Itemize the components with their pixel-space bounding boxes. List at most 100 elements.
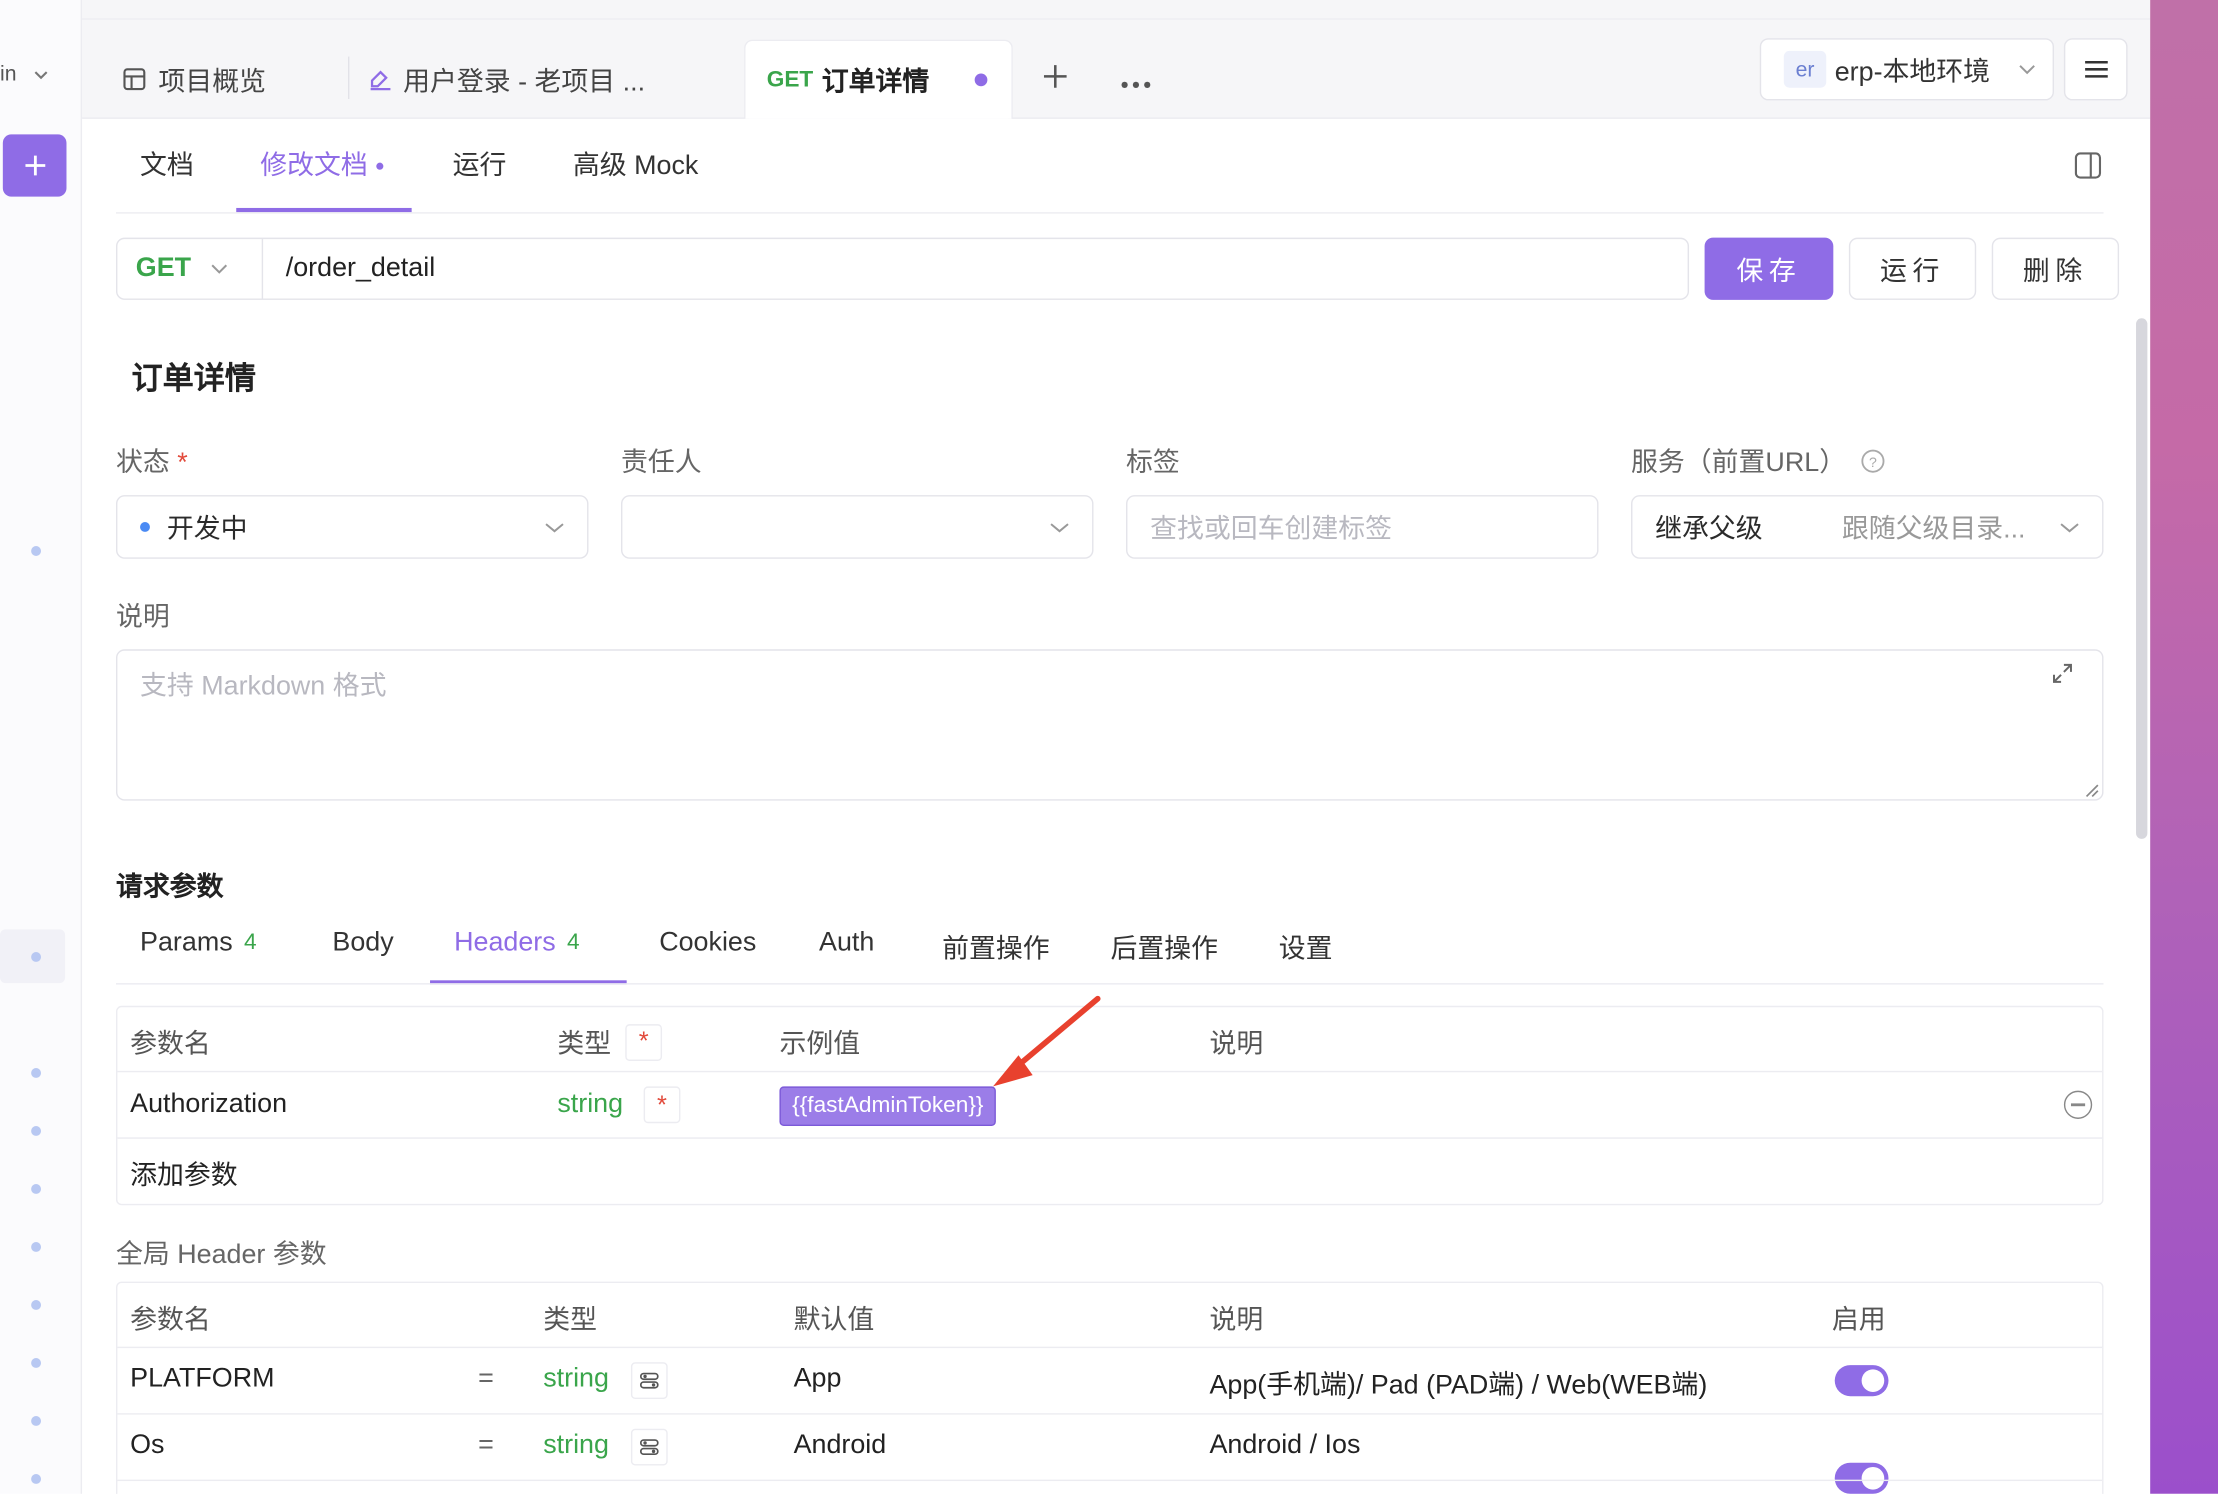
owner-select[interactable] xyxy=(621,495,1094,559)
plus-icon xyxy=(1043,65,1067,88)
example-value-variable[interactable]: {{fastAdminToken}} xyxy=(779,1086,997,1127)
global-param-type: string xyxy=(543,1430,609,1460)
more-icon xyxy=(1121,81,1151,88)
scrollbar[interactable] xyxy=(2136,318,2148,839)
tags-input[interactable]: 查找或回车创建标签 xyxy=(1126,495,1599,559)
add-button[interactable] xyxy=(2,134,67,197)
tab-label: 用户登录 - 老项目 ... xyxy=(403,67,646,97)
method-label: GET xyxy=(135,253,192,283)
enable-toggle[interactable] xyxy=(1834,1462,1889,1494)
left-rail xyxy=(0,0,83,1494)
tab-settings[interactable]: 设置 xyxy=(1279,928,1333,966)
col-header-name: 参数名 xyxy=(130,1305,211,1336)
more-tabs-button[interactable] xyxy=(1120,71,1151,96)
description-label: 说明 xyxy=(115,602,170,633)
global-param-desc: App(手机端)/ Pad (PAD端) / Web(WEB端) xyxy=(1209,1370,1708,1401)
subtab-mock[interactable]: 高级 Mock xyxy=(573,144,698,182)
api-icon xyxy=(370,70,391,91)
tab-cookies[interactable]: Cookies xyxy=(659,928,756,959)
tab-order-detail[interactable]: GET 订单详情 xyxy=(744,39,1013,119)
tree-item-dot[interactable] xyxy=(31,1068,42,1078)
run-button[interactable]: 运行 xyxy=(1848,237,1977,300)
status-label: 状态 * xyxy=(115,448,188,479)
tab-label: Body xyxy=(332,927,394,958)
param-name-input[interactable]: Authorization xyxy=(130,1089,287,1120)
subtab-edit-doc[interactable]: 修改文档 xyxy=(260,144,384,182)
desktop-background xyxy=(2150,0,2218,1494)
description-placeholder: 支持 Markdown 格式 xyxy=(140,671,387,702)
add-param-input[interactable]: 添加参数 xyxy=(130,1154,238,1192)
subtab-label: 高级 Mock xyxy=(572,151,699,182)
global-param-desc: Android / Ios xyxy=(1209,1430,1361,1460)
equals-sign: = xyxy=(478,1430,494,1460)
service-label-text: 服务（前置URL） xyxy=(1631,448,1847,479)
service-select[interactable]: 继承父级 跟随父级目录... xyxy=(1631,495,2104,559)
param-type-select[interactable]: string xyxy=(557,1089,623,1120)
global-headers-label: 全局 Header 参数 xyxy=(115,1240,327,1271)
help-icon[interactable]: ? xyxy=(1860,448,1885,473)
col-header-desc: 说明 xyxy=(1209,1305,1264,1336)
col-header-name: 参数名 xyxy=(130,1029,211,1060)
resize-icon xyxy=(2085,784,2099,798)
subtab-doc[interactable]: 文档 xyxy=(140,144,194,182)
tab-label: Auth xyxy=(819,927,875,958)
project-switcher-label: in xyxy=(0,62,17,87)
col-header-type: 类型 xyxy=(543,1305,597,1336)
row-divider xyxy=(117,1346,2103,1349)
sidebar-panel-icon xyxy=(2074,152,2102,179)
tree-item-dot[interactable] xyxy=(31,1184,42,1194)
status-select[interactable]: 开发中 xyxy=(115,495,589,559)
project-switcher[interactable]: in xyxy=(0,62,48,86)
url-bar: GET /order_detail xyxy=(115,237,1690,300)
expand-icon xyxy=(2053,663,2072,683)
param-settings-button[interactable] xyxy=(630,1428,668,1466)
tree-item-dot[interactable] xyxy=(31,1358,42,1368)
tree-item-dot[interactable] xyxy=(31,1474,42,1484)
param-settings-button[interactable] xyxy=(630,1362,668,1400)
url-input[interactable]: /order_detail xyxy=(286,253,435,284)
tree-item-dot[interactable] xyxy=(31,1126,42,1136)
tags-placeholder: 查找或回车创建标签 xyxy=(1150,514,1392,545)
tab-params[interactable]: Params 4 xyxy=(140,928,257,959)
environment-select[interactable]: er erp-本地环境 xyxy=(1759,38,2054,101)
env-name: erp-本地环境 xyxy=(1834,57,1991,87)
delete-button[interactable]: 删除 xyxy=(1991,237,2120,300)
required-toggle[interactable]: * xyxy=(625,1023,663,1061)
tab-post-ops[interactable]: 后置操作 xyxy=(1110,928,1218,966)
new-tab-button[interactable] xyxy=(1041,62,1069,97)
description-textarea[interactable]: 支持 Markdown 格式 xyxy=(115,649,2104,801)
tab-headers[interactable]: Headers 4 xyxy=(454,928,580,959)
tab-project-overview[interactable]: 项目概览 xyxy=(122,40,266,119)
tab-body[interactable]: Body xyxy=(332,928,393,959)
menu-button[interactable] xyxy=(2063,38,2128,101)
status-value: 开发中 xyxy=(166,514,248,545)
save-button[interactable]: 保存 xyxy=(1704,237,1834,300)
resize-handle[interactable] xyxy=(2082,779,2099,804)
tree-item-dot[interactable] xyxy=(31,546,42,556)
required-toggle[interactable]: * xyxy=(643,1086,681,1124)
row-divider xyxy=(117,1413,2103,1415)
tab-auth[interactable]: Auth xyxy=(819,928,874,959)
api-name-input[interactable]: 订单详情 xyxy=(132,354,257,399)
count-badge: 4 xyxy=(567,930,580,955)
tree-item-dot[interactable] xyxy=(31,1300,42,1310)
tab-label: 项目概览 xyxy=(158,67,266,97)
unsaved-dot xyxy=(974,73,988,87)
toggle-panel-button[interactable] xyxy=(2074,151,2102,186)
tab-label: Headers xyxy=(454,927,556,958)
tab-label: 前置操作 xyxy=(942,935,1050,965)
chevron-down-icon xyxy=(2019,65,2035,75)
subtab-run[interactable]: 运行 xyxy=(453,144,507,182)
tree-item-dot[interactable] xyxy=(31,1242,42,1252)
expand-button[interactable] xyxy=(2051,662,2074,692)
enable-toggle[interactable] xyxy=(1834,1365,1889,1397)
service-label: 服务（前置URL） ? xyxy=(1631,441,1886,479)
method-select[interactable]: GET xyxy=(117,239,264,299)
tree-item-dot[interactable] xyxy=(31,1416,42,1426)
remove-row-icon[interactable] xyxy=(2063,1090,2093,1119)
tab-pre-ops[interactable]: 前置操作 xyxy=(942,928,1050,966)
count-badge: 4 xyxy=(243,930,257,955)
chevron-down-icon xyxy=(545,522,564,532)
tab-user-login[interactable]: 用户登录 - 老项目 ... xyxy=(368,40,645,119)
tree-item-dot[interactable] xyxy=(31,952,42,962)
